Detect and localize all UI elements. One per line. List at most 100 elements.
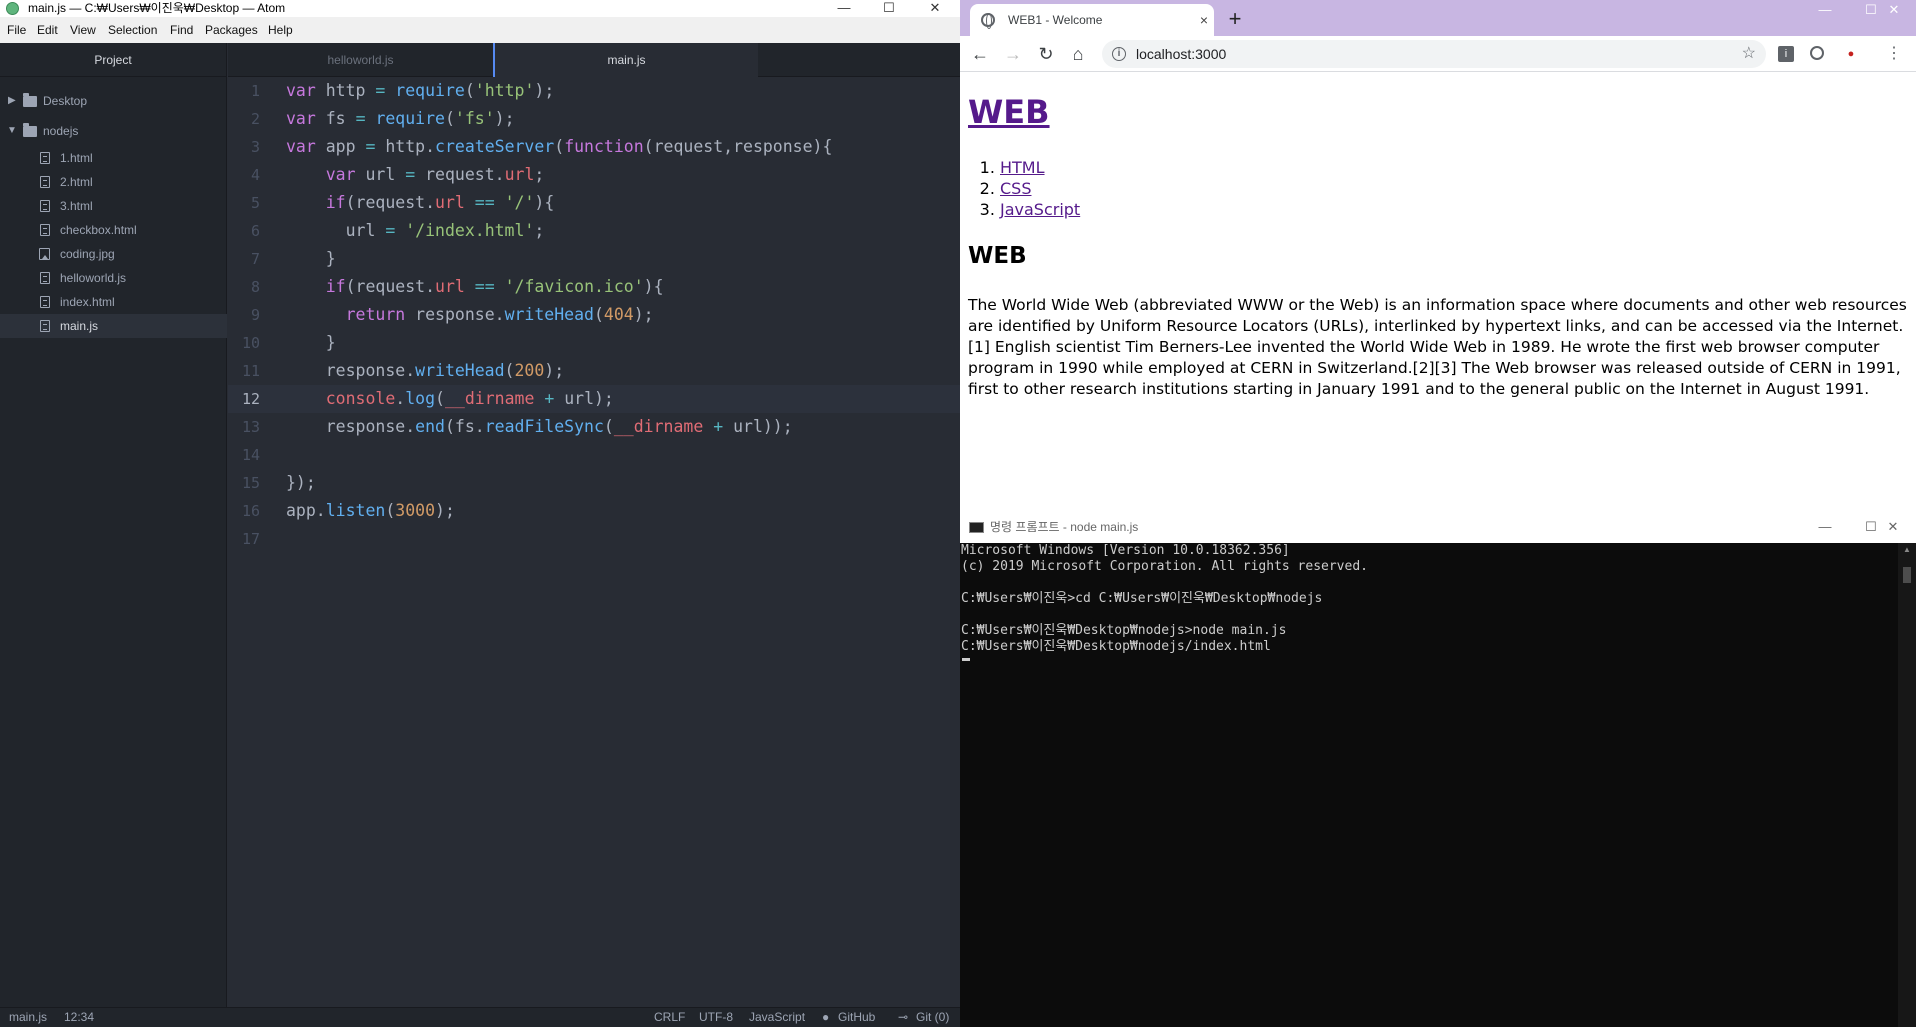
code-line: var fs = require('fs'); (286, 109, 515, 128)
browser-minimize-button[interactable]: — (1802, 0, 1848, 24)
console-close-button[interactable]: ✕ (1870, 511, 1916, 543)
link-css[interactable]: CSS (1000, 179, 1031, 198)
address-bar[interactable]: i localhost:3000 ☆ (1102, 40, 1766, 68)
console-titlebar: 명령 프롬프트 - node main.js — ☐ ✕ (960, 511, 1916, 543)
tab-main-js[interactable]: main.js (493, 43, 758, 78)
file-icon (40, 176, 50, 188)
info-icon[interactable]: i (1112, 47, 1126, 61)
section-heading: WEB (968, 243, 1027, 269)
code-line: if(request.url == '/favicon.ico'){ (325, 277, 664, 296)
status-bar: main.js 12:34 CRLF UTF-8 JavaScript ● Gi… (0, 1007, 960, 1027)
home-icon[interactable]: ⌂ (1066, 42, 1090, 66)
console-output[interactable]: Microsoft Windows [Version 10.0.18362.35… (960, 543, 1898, 1027)
line-number: 3 (250, 138, 260, 156)
status-line-ending[interactable]: CRLF (654, 1008, 685, 1027)
tree-file-1-html[interactable]: 1.html (0, 146, 227, 170)
code-line: response.end(fs.readFileSync(__dirname +… (286, 417, 793, 436)
link-javascript[interactable]: JavaScript (1000, 200, 1080, 219)
address-url: localhost:3000 (1136, 46, 1227, 62)
file-label: checkbox.html (60, 223, 137, 237)
link-list: HTML CSS JavaScript (968, 157, 1080, 220)
reload-icon[interactable]: ↻ (1034, 42, 1058, 66)
code-line: var url = request.url; (325, 165, 545, 184)
atom-logo-icon (6, 2, 19, 15)
tree-file-coding-jpg[interactable]: coding.jpg (0, 242, 227, 266)
tree-file-3-html[interactable]: 3.html (0, 194, 227, 218)
file-icon (40, 296, 50, 308)
line-number: 7 (250, 250, 260, 268)
web-page: WEB HTML CSS JavaScript WEB The World Wi… (960, 73, 1916, 511)
file-label: main.js (60, 319, 99, 333)
heading-link[interactable]: WEB (968, 93, 1050, 131)
globe-icon (981, 13, 995, 29)
body-paragraph: The World Wide Web (abbreviated WWW or t… (968, 296, 1907, 398)
forward-arrow-icon[interactable]: → (1001, 42, 1025, 66)
line-number: 16 (241, 502, 260, 520)
code-line: var app = http.createServer(function(req… (286, 137, 833, 156)
page-heading: WEB (968, 93, 1050, 131)
console-minimize-button[interactable]: — (1802, 511, 1848, 543)
tab-helloworld-js[interactable]: helloworld.js (228, 43, 493, 77)
browser-tab[interactable]: WEB1 - Welcome × (970, 4, 1214, 36)
console-line: C:₩Users₩이진욱>cd C:₩Users₩이진욱₩Desktop₩nod… (961, 591, 1323, 606)
tree-folder-nodejs[interactable]: ▼ nodejs (0, 119, 227, 143)
file-label: 2.html (60, 175, 93, 189)
menu-view[interactable]: View (70, 17, 96, 43)
tree-file-main-js[interactable]: main.js (0, 314, 227, 338)
line-number: 8 (250, 278, 260, 296)
line-number: 12 (241, 390, 260, 408)
git-icon: ⊸ (898, 1010, 909, 1024)
menu-find[interactable]: Find (170, 17, 193, 43)
tree-file-index-html[interactable]: index.html (0, 290, 227, 314)
status-github[interactable]: GitHub (838, 1008, 875, 1027)
maximize-button[interactable]: ☐ (874, 0, 904, 17)
project-tree: Project ▶ Desktop ▼ nodejs 1.html 2.html… (0, 43, 227, 1007)
line-number: 6 (250, 222, 260, 240)
line-number: 14 (241, 446, 260, 464)
tree-file-helloworld-js[interactable]: helloworld.js (0, 266, 227, 290)
browser-toolbar: ← → ↻ ⌂ i localhost:3000 ☆ i ● ⋮ (960, 36, 1916, 72)
new-tab-button[interactable]: + (1222, 6, 1248, 32)
status-grammar[interactable]: JavaScript (749, 1008, 805, 1027)
list-item: CSS (1000, 178, 1080, 199)
code-editor[interactable]: 1 var http = require('http'); 2 var fs = r… (228, 77, 960, 1007)
menu-selection[interactable]: Selection (108, 17, 157, 43)
menu-edit[interactable]: Edit (37, 17, 58, 43)
code-line: return response.writeHead(404); (345, 305, 654, 324)
minimize-button[interactable]: — (829, 0, 859, 17)
status-file[interactable]: main.js (9, 1008, 47, 1027)
tree-file-checkbox-html[interactable]: checkbox.html (0, 218, 227, 242)
back-arrow-icon[interactable]: ← (968, 42, 992, 66)
scroll-up-icon[interactable]: ▲ (1898, 545, 1916, 554)
extension-icon[interactable]: ● (1843, 46, 1859, 62)
status-cursor-position[interactable]: 12:34 (64, 1008, 94, 1027)
browser-tab-strip: WEB1 - Welcome × + — ☐ ✕ (960, 0, 1916, 36)
menu-file[interactable]: File (7, 17, 26, 43)
menu-kebab-icon[interactable]: ⋮ (1886, 46, 1902, 62)
menu-packages[interactable]: Packages (205, 17, 258, 43)
browser-window: WEB1 - Welcome × + — ☐ ✕ ← → ↻ ⌂ i local… (960, 0, 1916, 511)
status-encoding[interactable]: UTF-8 (699, 1008, 733, 1027)
console-scrollbar[interactable]: ▲ (1898, 543, 1916, 1027)
close-button[interactable]: ✕ (920, 0, 950, 17)
extension-icon[interactable]: i (1778, 46, 1794, 62)
tree-file-2-html[interactable]: 2.html (0, 170, 227, 194)
line-number: 5 (250, 194, 260, 212)
file-icon (40, 200, 50, 212)
code-line: url = '/index.html'; (286, 221, 545, 240)
scroll-thumb[interactable] (1903, 567, 1911, 583)
browser-close-button[interactable]: ✕ (1872, 0, 1916, 24)
code-line: }); (286, 473, 316, 492)
menu-help[interactable]: Help (268, 17, 293, 43)
tree-folder-desktop[interactable]: ▶ Desktop (0, 89, 227, 113)
close-tab-icon[interactable]: × (1200, 4, 1208, 36)
bookmark-star-icon[interactable]: ☆ (1742, 40, 1756, 68)
extension-icon[interactable] (1810, 46, 1824, 60)
file-icon (40, 272, 50, 284)
link-html[interactable]: HTML (1000, 158, 1045, 177)
list-item: HTML (1000, 157, 1080, 178)
folder-label: Desktop (43, 94, 88, 108)
line-number: 15 (241, 474, 260, 492)
code-line: app.listen(3000); (286, 501, 455, 520)
status-git[interactable]: Git (0) (916, 1008, 949, 1027)
